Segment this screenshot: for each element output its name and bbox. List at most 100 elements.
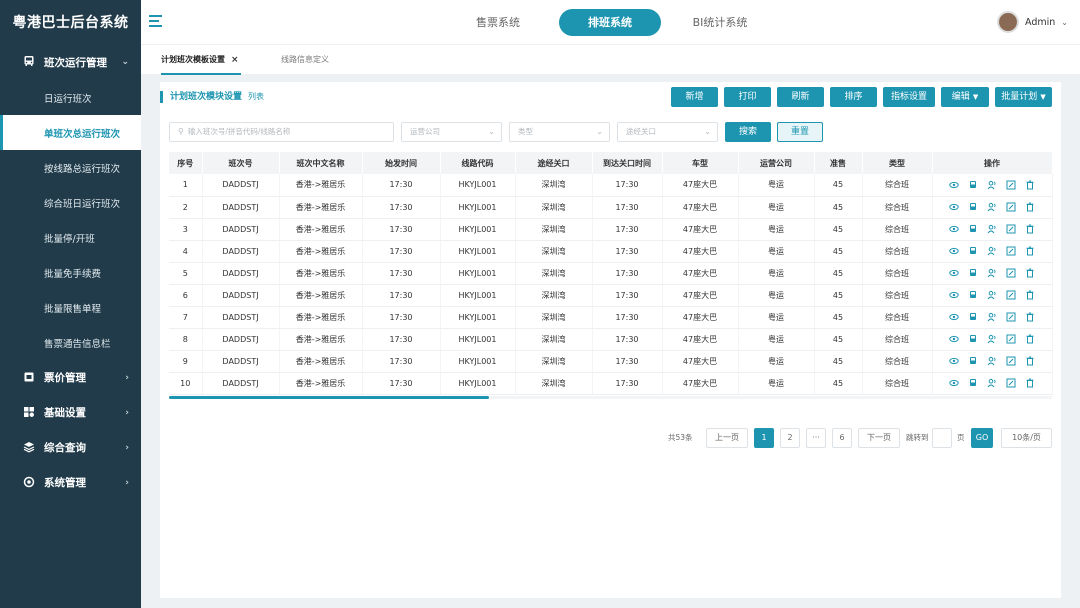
scrollbar-thumb[interactable] bbox=[169, 396, 489, 399]
close-icon[interactable]: × bbox=[231, 55, 239, 65]
goto-page-input[interactable] bbox=[932, 428, 952, 448]
users-icon[interactable] bbox=[987, 268, 997, 278]
search-input[interactable]: ⚲ 输入班次号/拼音代码/线路名称 bbox=[169, 122, 394, 142]
table-row[interactable]: 4 DADDSTJ 香港->雅居乐 17:30 HKYJL001 深圳湾 17:30 47座大… bbox=[169, 240, 1053, 263]
trash-icon[interactable] bbox=[1025, 378, 1035, 388]
eye-icon[interactable] bbox=[949, 356, 959, 366]
bus-icon[interactable] bbox=[968, 334, 978, 344]
edit-icon[interactable] bbox=[1006, 378, 1016, 388]
edit-icon[interactable] bbox=[1006, 290, 1016, 300]
users-icon[interactable] bbox=[987, 202, 997, 212]
edit-icon[interactable] bbox=[1006, 334, 1016, 344]
search-button[interactable]: 搜索 bbox=[725, 122, 771, 142]
tab-scheduling[interactable]: 排班系统 bbox=[559, 9, 661, 36]
eye-icon[interactable] bbox=[949, 246, 959, 256]
users-icon[interactable] bbox=[987, 290, 997, 300]
table-row[interactable]: 3 DADDSTJ 香港->雅居乐 17:30 HKYJL001 深圳湾 17:30 47座大… bbox=[169, 218, 1053, 241]
sidebar-item-batch-fee-free[interactable]: 批量免手续费 bbox=[0, 255, 141, 290]
trash-icon[interactable] bbox=[1025, 180, 1035, 190]
users-icon[interactable] bbox=[987, 334, 997, 344]
table-row[interactable]: 8 DADDSTJ 香港->雅居乐 17:30 HKYJL001 深圳湾 17:30 47座大… bbox=[169, 328, 1053, 351]
eye-icon[interactable] bbox=[949, 268, 959, 278]
bus-icon[interactable] bbox=[968, 202, 978, 212]
edit-icon[interactable] bbox=[1006, 246, 1016, 256]
trash-icon[interactable] bbox=[1025, 224, 1035, 234]
print-button[interactable]: 打印 bbox=[724, 87, 771, 107]
eye-icon[interactable] bbox=[949, 290, 959, 300]
edit-dropdown-button[interactable]: 编辑 ▼ bbox=[941, 87, 989, 107]
sidebar-item-by-route[interactable]: 按线路总运行班次 bbox=[0, 150, 141, 185]
user-menu[interactable]: Admin ⌄ bbox=[997, 11, 1068, 33]
reset-button[interactable]: 重置 bbox=[777, 122, 823, 142]
table-row[interactable]: 9 DADDSTJ 香港->雅居乐 17:30 HKYJL001 深圳湾 17:30 47座大… bbox=[169, 350, 1053, 373]
eye-icon[interactable] bbox=[949, 334, 959, 344]
nav-group-query[interactable]: 综合查询 › bbox=[0, 430, 141, 465]
bus-icon[interactable] bbox=[968, 268, 978, 278]
bus-icon[interactable] bbox=[968, 290, 978, 300]
page-1-button[interactable]: 1 bbox=[754, 428, 774, 448]
nav-group-basic[interactable]: 基础设置 › bbox=[0, 395, 141, 430]
edit-icon[interactable] bbox=[1006, 224, 1016, 234]
trash-icon[interactable] bbox=[1025, 356, 1035, 366]
table-row[interactable]: 7 DADDSTJ 香港->雅居乐 17:30 HKYJL001 深圳湾 17:30 47座大… bbox=[169, 306, 1053, 329]
bus-icon[interactable] bbox=[968, 246, 978, 256]
sidebar-item-combined-daily[interactable]: 综合班日运行班次 bbox=[0, 185, 141, 220]
page-6-button[interactable]: 6 bbox=[832, 428, 852, 448]
batch-plan-button[interactable]: 批量计划 ▼ bbox=[995, 87, 1052, 107]
port-select[interactable]: 途经关口 ⌄ bbox=[617, 122, 718, 142]
sidebar-item-notice[interactable]: 售票通告信息栏 bbox=[0, 325, 141, 360]
users-icon[interactable] bbox=[987, 246, 997, 256]
eye-icon[interactable] bbox=[949, 312, 959, 322]
users-icon[interactable] bbox=[987, 312, 997, 322]
users-icon[interactable] bbox=[987, 224, 997, 234]
trash-icon[interactable] bbox=[1025, 268, 1035, 278]
menu-toggle-icon[interactable] bbox=[149, 15, 162, 27]
users-icon[interactable] bbox=[987, 378, 997, 388]
edit-icon[interactable] bbox=[1006, 312, 1016, 322]
bus-icon[interactable] bbox=[968, 356, 978, 366]
bus-icon[interactable] bbox=[968, 180, 978, 190]
indicator-settings-button[interactable]: 指标设置 bbox=[883, 87, 935, 107]
eye-icon[interactable] bbox=[949, 180, 959, 190]
table-row[interactable]: 6 DADDSTJ 香港->雅居乐 17:30 HKYJL001 深圳湾 17:30 47座大… bbox=[169, 284, 1053, 307]
trash-icon[interactable] bbox=[1025, 202, 1035, 212]
refresh-button[interactable]: 刷新 bbox=[777, 87, 824, 107]
table-row[interactable]: 2 DADDSTJ 香港->雅居乐 17:30 HKYJL001 深圳湾 17:30 47座大… bbox=[169, 196, 1053, 219]
trash-icon[interactable] bbox=[1025, 246, 1035, 256]
trash-icon[interactable] bbox=[1025, 290, 1035, 300]
tab-route-info[interactable]: 线路信息定义 bbox=[281, 45, 329, 75]
edit-icon[interactable] bbox=[1006, 202, 1016, 212]
table-row[interactable]: 5 DADDSTJ 香港->雅居乐 17:30 HKYJL001 深圳湾 17:30 47座大… bbox=[169, 262, 1053, 285]
edit-icon[interactable] bbox=[1006, 180, 1016, 190]
sidebar-item-batch-limit[interactable]: 批量限售单程 bbox=[0, 290, 141, 325]
sidebar-item-daily[interactable]: 日运行班次 bbox=[0, 80, 141, 115]
nav-group-fare[interactable]: 票价管理 › bbox=[0, 360, 141, 395]
table-row[interactable]: 10 DADDSTJ 香港->雅居乐 17:30 HKYJL001 深圳湾 17:30 47座… bbox=[169, 372, 1053, 395]
next-page-button[interactable]: 下一页 bbox=[858, 428, 900, 448]
tab-bi[interactable]: BI统计系统 bbox=[669, 9, 771, 36]
eye-icon[interactable] bbox=[949, 378, 959, 388]
go-button[interactable]: GO bbox=[971, 428, 993, 448]
page-size-select[interactable]: 10条/页 bbox=[1001, 428, 1052, 448]
add-button[interactable]: 新增 bbox=[671, 87, 718, 107]
prev-page-button[interactable]: 上一页 bbox=[706, 428, 748, 448]
users-icon[interactable] bbox=[987, 356, 997, 366]
table-row[interactable]: 1 DADDSTJ 香港->雅居乐 17:30 HKYJL001 深圳湾 17:30 47座大… bbox=[169, 174, 1053, 197]
eye-icon[interactable] bbox=[949, 224, 959, 234]
type-select[interactable]: 类型 ⌄ bbox=[509, 122, 610, 142]
nav-group-system[interactable]: 系统管理 › bbox=[0, 465, 141, 500]
company-select[interactable]: 运营公司 ⌄ bbox=[401, 122, 502, 142]
trash-icon[interactable] bbox=[1025, 312, 1035, 322]
bus-icon[interactable] bbox=[968, 378, 978, 388]
nav-group-schedule[interactable]: 班次运行管理 ⌄ bbox=[0, 44, 141, 80]
bus-icon[interactable] bbox=[968, 224, 978, 234]
sidebar-item-batch-stop[interactable]: 批量停/开班 bbox=[0, 220, 141, 255]
tab-plan-template[interactable]: 计划班次模板设置 × bbox=[161, 45, 241, 75]
eye-icon[interactable] bbox=[949, 202, 959, 212]
bus-icon[interactable] bbox=[968, 312, 978, 322]
users-icon[interactable] bbox=[987, 180, 997, 190]
page-ellipsis[interactable]: ··· bbox=[806, 428, 826, 448]
sort-button[interactable]: 排序 bbox=[830, 87, 877, 107]
sidebar-item-single-total[interactable]: 单班次总运行班次 bbox=[0, 115, 141, 150]
trash-icon[interactable] bbox=[1025, 334, 1035, 344]
